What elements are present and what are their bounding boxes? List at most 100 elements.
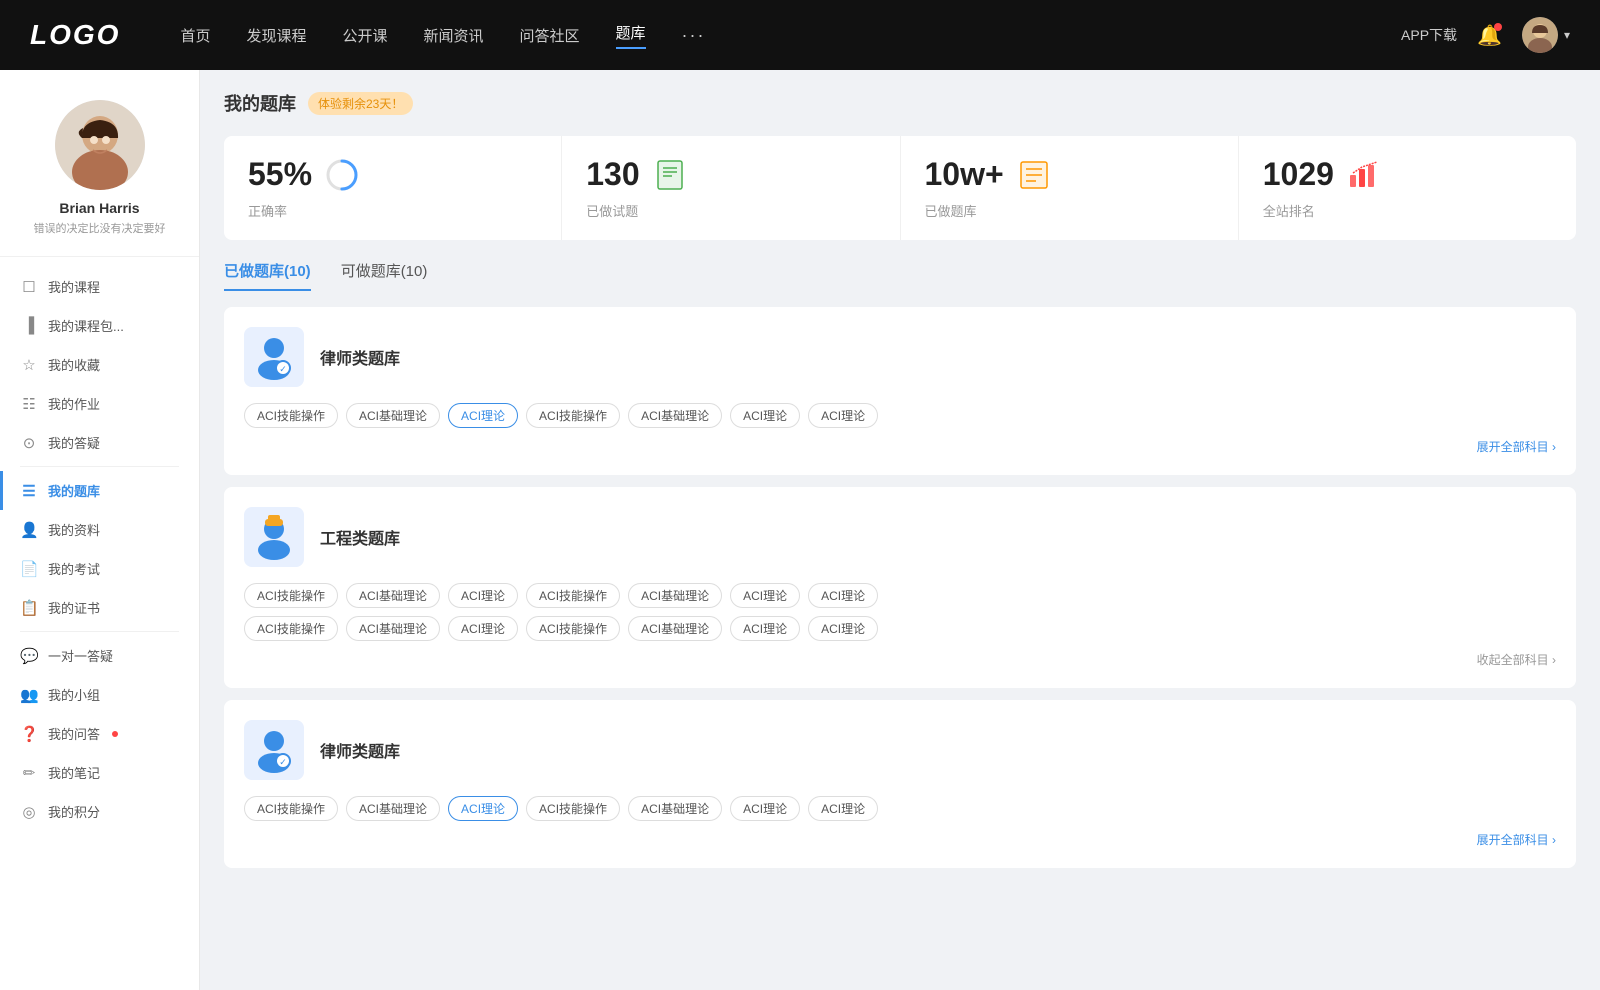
qbank-tags-1-row2: ACI技能操作 ACI基础理论 ACI理论 ACI技能操作 ACI基础理论 AC… [244,616,1556,641]
nav-bank[interactable]: 题库 [616,22,646,49]
tag-1-6[interactable]: ACI理论 [808,583,878,608]
star-icon: ☆ [20,356,38,374]
tag-2-2[interactable]: ACI理论 [448,796,518,821]
qbank-title-0: 律师类题库 [320,345,400,369]
user-avatar-menu[interactable]: ▾ [1522,17,1570,53]
qbank-footer-0: 展开全部科目 › [244,438,1556,455]
tag-0-1[interactable]: ACI基础理论 [346,403,440,428]
tag-2-1[interactable]: ACI基础理论 [346,796,440,821]
accuracy-icon [324,157,360,193]
tag-2-6[interactable]: ACI理论 [808,796,878,821]
stat-top-accuracy: 55% [248,156,537,193]
sidebar-divider-1 [20,466,179,467]
logo[interactable]: LOGO [30,19,120,51]
tag-1-r2-1[interactable]: ACI基础理论 [346,616,440,641]
tag-2-0[interactable]: ACI技能操作 [244,796,338,821]
qbank-icon-wrap-0: ✓ [244,327,304,387]
tag-0-5[interactable]: ACI理论 [730,403,800,428]
sidebar-item-points[interactable]: ◎ 我的积分 [0,792,199,831]
group-icon: 👥 [20,686,38,704]
notification-bell[interactable]: 🔔 [1477,23,1502,48]
qbank-card-1: 工程类题库 ACI技能操作 ACI基础理论 ACI理论 ACI技能操作 ACI基… [224,487,1576,688]
nav-news[interactable]: 新闻资讯 [424,25,484,46]
avatar-image [1522,17,1558,53]
tag-0-3[interactable]: ACI技能操作 [526,403,620,428]
tag-0-4[interactable]: ACI基础理论 [628,403,722,428]
navbar: LOGO 首页 发现课程 公开课 新闻资讯 问答社区 题库 ··· APP下载 … [0,0,1600,70]
qbank-header-0: ✓ 律师类题库 [244,327,1556,387]
tag-1-r2-2[interactable]: ACI理论 [448,616,518,641]
sidebar-item-notes[interactable]: ✏ 我的笔记 [0,753,199,792]
sidebar-item-profile[interactable]: 👤 我的资料 [0,510,199,549]
nav-home[interactable]: 首页 [180,25,210,46]
sidebar-item-courses[interactable]: ☐ 我的课程 [0,267,199,306]
nav-discover[interactable]: 发现课程 [246,25,306,46]
done-questions-value: 130 [586,156,639,193]
notes-icon: ✏ [20,764,38,782]
sidebar-item-qa[interactable]: ⊙ 我的答疑 [0,423,199,462]
sidebar-item-myqa[interactable]: ❓ 我的问答 [0,714,199,753]
points-icon: ◎ [20,803,38,821]
nav-more[interactable]: ··· [682,25,706,46]
profile-image [55,100,145,190]
course-packages-icon: ▐ [20,317,38,334]
tag-2-5[interactable]: ACI理论 [730,796,800,821]
ranking-value: 1029 [1263,156,1334,193]
tag-1-r2-5[interactable]: ACI理论 [730,616,800,641]
nav-qa[interactable]: 问答社区 [520,25,580,46]
qbank-tags-2: ACI技能操作 ACI基础理论 ACI理论 ACI技能操作 ACI基础理论 AC… [244,796,1556,821]
nav-opencourse[interactable]: 公开课 [342,25,387,46]
done-questions-label: 已做试题 [586,201,875,220]
sidebar-item-cert[interactable]: 📋 我的证书 [0,588,199,627]
ranking-label: 全站排名 [1263,201,1552,220]
chart-icon [1346,157,1382,193]
tag-1-4[interactable]: ACI基础理论 [628,583,722,608]
sidebar-item-course-packages[interactable]: ▐ 我的课程包... [0,306,199,345]
lawyer-icon-2: ✓ [249,725,299,775]
collapse-link-1[interactable]: 收起全部科目 › [1477,651,1556,668]
sidebar-item-exam[interactable]: 📄 我的考试 [0,549,199,588]
tag-1-r2-0[interactable]: ACI技能操作 [244,616,338,641]
qbank-icon: ☰ [20,482,38,500]
notification-dot [112,731,118,737]
tag-1-3[interactable]: ACI技能操作 [526,583,620,608]
qbank-footer-2: 展开全部科目 › [244,831,1556,848]
tag-0-0[interactable]: ACI技能操作 [244,403,338,428]
accuracy-label: 正确率 [248,201,537,220]
expand-link-0[interactable]: 展开全部科目 › [1477,438,1556,455]
tag-0-2[interactable]: ACI理论 [448,403,518,428]
sidebar-item-favorites[interactable]: ☆ 我的收藏 [0,345,199,384]
sidebar-item-homework[interactable]: ☷ 我的作业 [0,384,199,423]
tag-1-1[interactable]: ACI基础理论 [346,583,440,608]
sidebar-item-1v1[interactable]: 💬 一对一答疑 [0,636,199,675]
notification-dot [1494,23,1502,31]
sidebar-profile: Brian Harris 错误的决定比没有决定要好 [0,90,199,257]
done-banks-value: 10w+ [925,156,1004,193]
list-icon [1016,157,1052,193]
main-layout: Brian Harris 错误的决定比没有决定要好 ☐ 我的课程 ▐ 我的课程包… [0,70,1600,990]
tag-1-2[interactable]: ACI理论 [448,583,518,608]
tag-1-5[interactable]: ACI理论 [730,583,800,608]
lawyer-icon: ✓ [249,332,299,382]
tag-1-r2-4[interactable]: ACI基础理论 [628,616,722,641]
stat-top-done-questions: 130 [586,156,875,193]
done-banks-label: 已做题库 [925,201,1214,220]
user-motto: 错误的决定比没有决定要好 [20,220,179,236]
tag-1-r2-6[interactable]: ACI理论 [808,616,878,641]
tab-available-banks[interactable]: 可做题库(10) [341,260,428,291]
myqa-icon: ❓ [20,725,38,743]
tab-done-banks[interactable]: 已做题库(10) [224,260,311,291]
sidebar-item-group[interactable]: 👥 我的小组 [0,675,199,714]
tag-1-0[interactable]: ACI技能操作 [244,583,338,608]
expand-link-2[interactable]: 展开全部科目 › [1477,831,1556,848]
sidebar-item-qbank[interactable]: ☰ 我的题库 [0,471,199,510]
app-download-button[interactable]: APP下载 [1401,25,1457,45]
navbar-right: APP下载 🔔 ▾ [1401,17,1570,53]
tag-2-3[interactable]: ACI技能操作 [526,796,620,821]
tag-0-6[interactable]: ACI理论 [808,403,878,428]
qbank-footer-1: 收起全部科目 › [244,651,1556,668]
tag-2-4[interactable]: ACI基础理论 [628,796,722,821]
tag-1-r2-3[interactable]: ACI技能操作 [526,616,620,641]
chevron-down-icon: ▾ [1564,28,1570,42]
qbank-title-1: 工程类题库 [320,525,400,549]
